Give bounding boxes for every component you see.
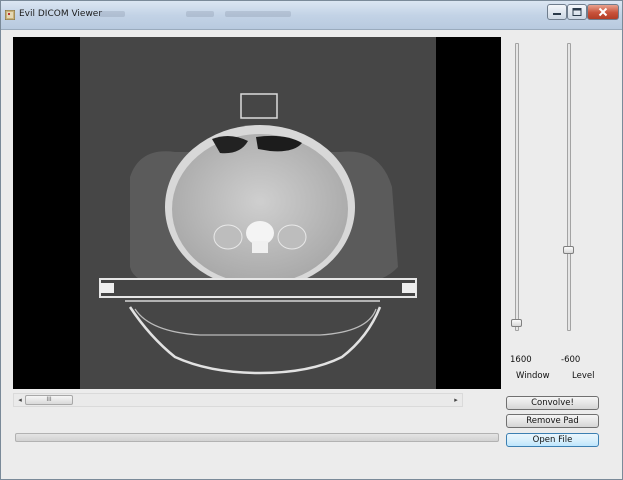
horizontal-scrollbar[interactable]: ◂ III ▸ xyxy=(13,393,463,407)
background-text-blur xyxy=(99,11,125,17)
convolve-button[interactable]: Convolve! xyxy=(506,396,599,410)
title-bar[interactable]: Evil DICOM Viewer xyxy=(1,1,622,30)
background-text-blur xyxy=(186,11,214,17)
maximize-icon xyxy=(572,8,582,16)
window-title: Evil DICOM Viewer xyxy=(19,9,103,19)
background-text-blur xyxy=(225,11,291,17)
image-viewer[interactable] xyxy=(13,37,501,389)
scroll-right-icon[interactable]: ▸ xyxy=(450,394,462,406)
maximize-button[interactable] xyxy=(567,4,587,20)
minimize-icon xyxy=(553,13,561,15)
window-slider-thumb[interactable] xyxy=(511,319,522,327)
ct-scan-graphic xyxy=(99,93,417,375)
window-value: 1600 xyxy=(510,355,532,365)
minimize-button[interactable] xyxy=(547,4,567,20)
level-slider-track[interactable] xyxy=(567,43,571,331)
remove-pad-button[interactable]: Remove Pad xyxy=(506,414,599,428)
level-slider-thumb[interactable] xyxy=(563,246,574,255)
close-button[interactable] xyxy=(587,4,619,20)
main-window: Evil DICOM Viewer ◂ III ▸ 1600 Window -6… xyxy=(0,0,623,480)
window-slider-track[interactable] xyxy=(515,43,519,331)
dicom-app-icon xyxy=(5,10,15,20)
window-label: Window xyxy=(516,371,550,381)
open-file-button[interactable]: Open File xyxy=(506,433,599,447)
progress-bar xyxy=(15,433,499,442)
close-icon xyxy=(598,7,608,17)
level-value: -600 xyxy=(561,355,581,365)
ct-scan-image xyxy=(80,37,436,389)
scroll-thumb[interactable]: III xyxy=(25,395,73,405)
level-label: Level xyxy=(572,371,595,381)
